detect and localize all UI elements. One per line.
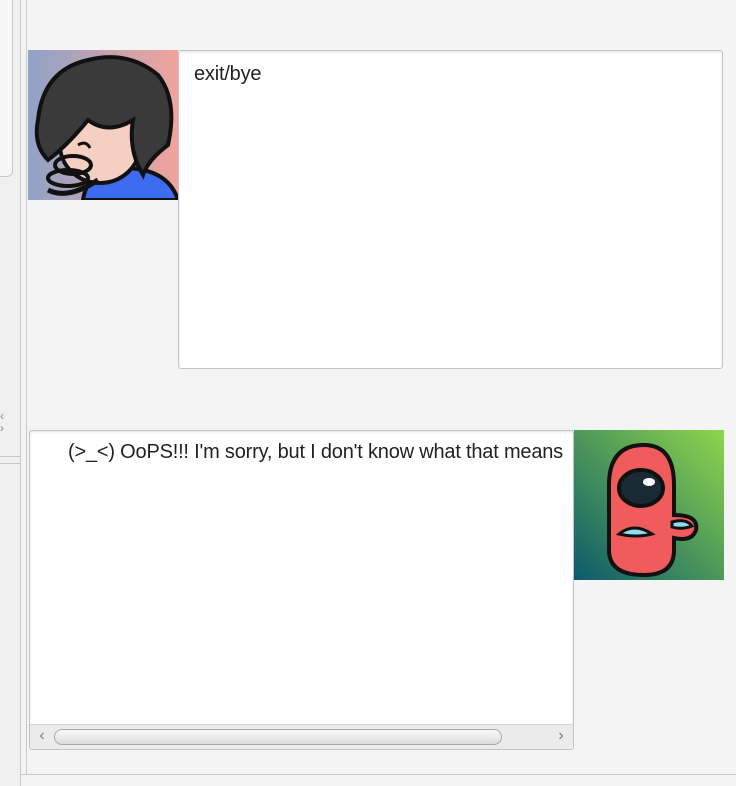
content-border [26, 0, 27, 774]
split-divider[interactable] [0, 456, 20, 464]
bot-avatar-icon [574, 430, 724, 580]
user-message-bubble: exit/bye [178, 50, 723, 369]
bot-message-text: (>_<) OoPS!!! I'm sorry, but I don't kno… [68, 441, 563, 463]
bot-message-bubble: (>_<) OoPS!!! I'm sorry, but I don't kno… [29, 430, 574, 750]
horizontal-scrollbar[interactable]: ‹ › [30, 724, 573, 749]
scrollbar-thumb[interactable] [54, 729, 502, 745]
user-avatar-icon [28, 50, 178, 200]
side-panel: ‹ › [0, 0, 21, 786]
content-bottom-border [20, 774, 736, 775]
chevron-right-icon[interactable]: › [553, 728, 569, 744]
user-message-text: exit/bye [194, 63, 262, 85]
chevron-right-icon[interactable]: › [0, 422, 14, 434]
side-panel-arrows[interactable]: ‹ › [0, 410, 14, 434]
chevron-left-icon[interactable]: ‹ [34, 728, 50, 744]
side-panel-scroll-track[interactable] [0, 0, 13, 177]
